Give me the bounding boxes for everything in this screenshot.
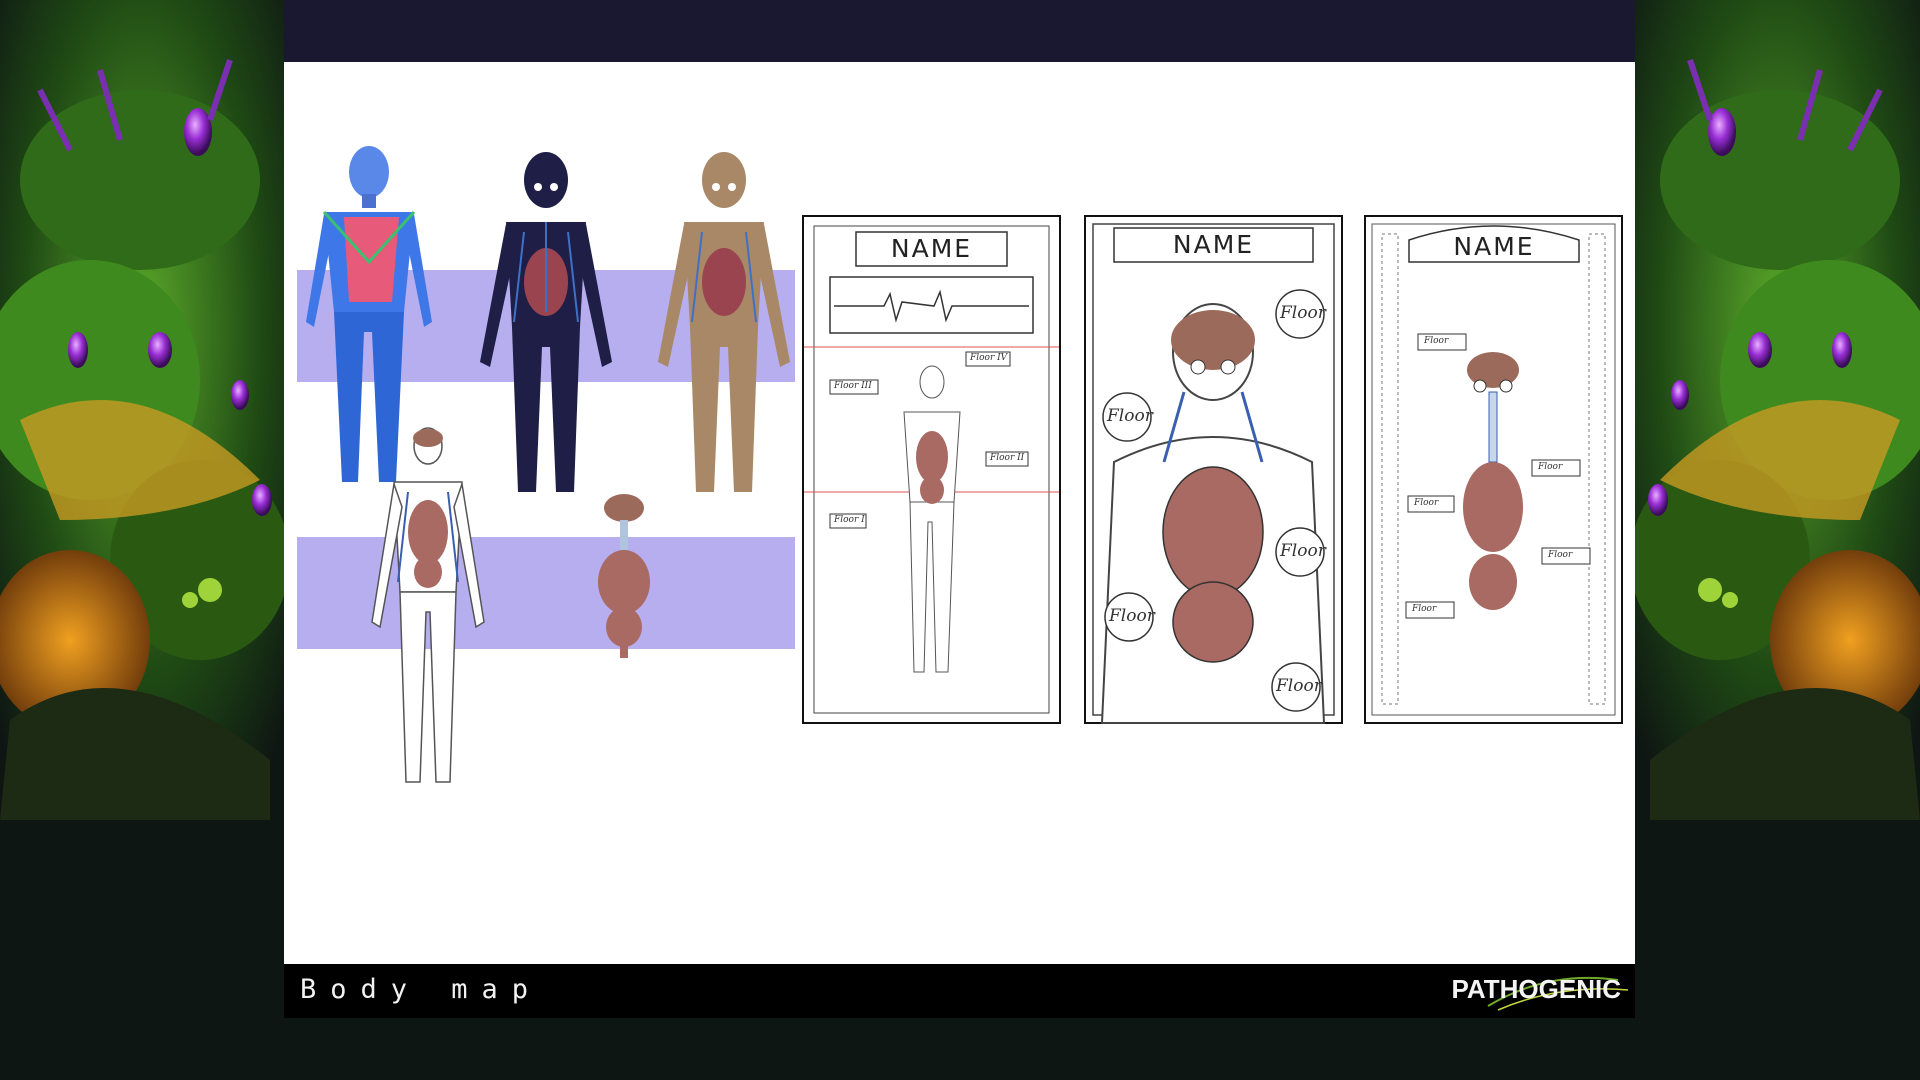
card-1-floor-label: Floor I [834,515,865,525]
card-2-floor-label: Floor [1280,303,1326,323]
body-map-illustrations [297,146,1623,783]
card-2-floor-label: Floor [1107,406,1153,426]
pathogenic-logo: PATHOGENIC [1451,974,1628,1011]
card-2-frame [1084,215,1343,724]
band-bottom [297,537,795,649]
logo-text: PATHOGENIC [1451,974,1621,1004]
presentation-slide: NAME Floor IV Floor III Floor II Floor I… [284,62,1635,964]
card-3-frame [1364,215,1623,724]
card-1-floor-label: Floor IV [970,353,1008,363]
card-2-floor-label: Floor [1276,676,1322,696]
card-3-floor-label: Floor [1412,604,1437,614]
card-3-floor-label: Floor [1424,336,1449,346]
card-3-floor-label: Floor [1548,550,1573,560]
slide-footer: Body map PATHOGENIC [284,964,1635,1018]
card-1-floor-label: Floor III [834,381,872,391]
slide-title: Body map [300,974,543,1005]
card-1-name: NAME [890,234,973,263]
card-3-floor-label: Floor [1414,498,1439,508]
card-1-floor-label: Floor II [990,453,1025,463]
card-1-frame [802,215,1061,724]
card-3-name: NAME [1453,232,1535,261]
card-2-floor-label: Floor [1280,541,1326,561]
card-2-name: NAME [1172,230,1255,259]
card-2-floor-label: Floor [1109,606,1155,626]
card-3-floor-label: Floor [1538,462,1563,472]
